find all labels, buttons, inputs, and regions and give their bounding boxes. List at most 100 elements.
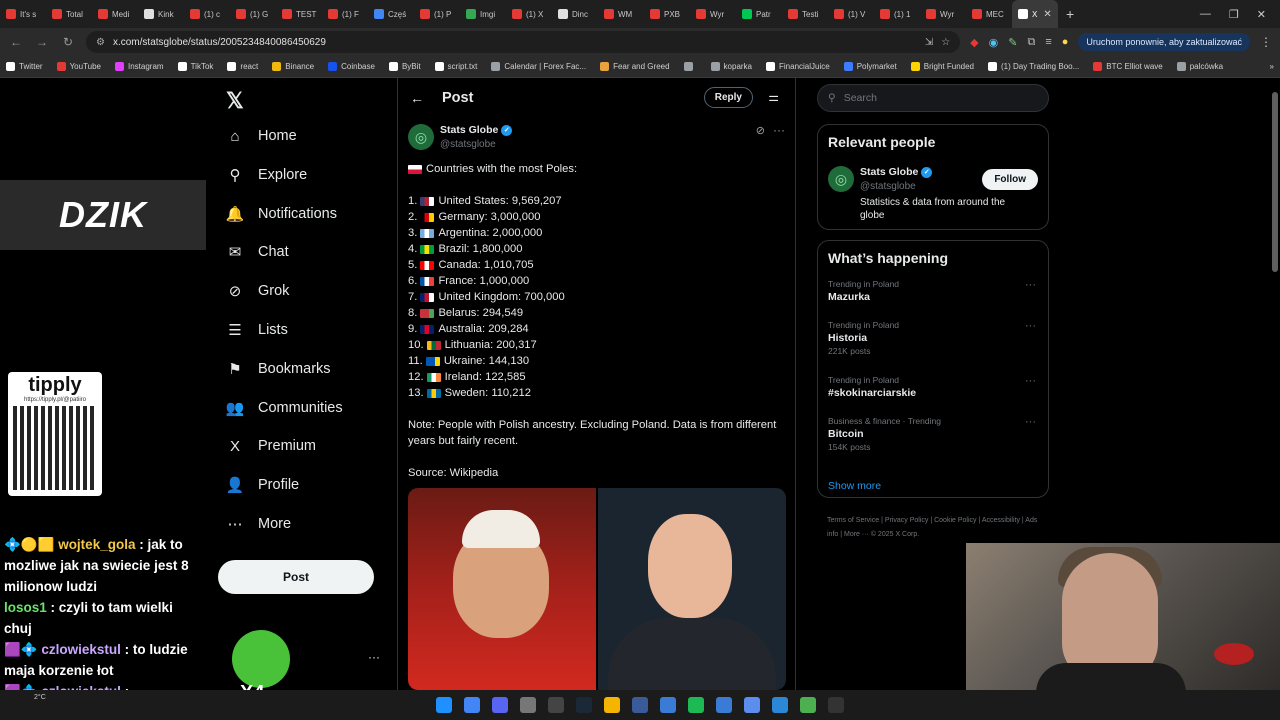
browser-tab[interactable]: Kink bbox=[138, 0, 184, 28]
puzzle-icon[interactable]: ⧉ bbox=[1027, 36, 1035, 49]
browser-tab[interactable]: Patr bbox=[736, 0, 782, 28]
browser-tab[interactable]: Wyr bbox=[690, 0, 736, 28]
app-icon[interactable] bbox=[716, 697, 732, 713]
nav-item-notifications[interactable]: 🔔 Notifications bbox=[226, 205, 337, 223]
browser-tab[interactable]: MEC bbox=[966, 0, 1012, 28]
browser-tab[interactable]: (1) F bbox=[322, 0, 368, 28]
follow-button[interactable]: Follow bbox=[982, 169, 1038, 190]
trend-more-icon[interactable]: ··· bbox=[1025, 279, 1036, 291]
steam-icon[interactable] bbox=[576, 697, 592, 713]
reload-icon[interactable]: ↻ bbox=[60, 35, 76, 49]
restore-icon[interactable]: ❐ bbox=[1229, 8, 1239, 21]
browser-tab[interactable]: (1) V bbox=[828, 0, 874, 28]
profile-avatar[interactable]: ● bbox=[1062, 36, 1069, 48]
browser-tab[interactable]: Dinc bbox=[552, 0, 598, 28]
browser-tab[interactable]: WM bbox=[598, 0, 644, 28]
close-tab-icon[interactable]: ✕ bbox=[1043, 9, 1051, 20]
install-icon[interactable]: ⇲ bbox=[925, 37, 933, 48]
chrome-icon[interactable] bbox=[464, 697, 480, 713]
browser-tab[interactable]: It's s bbox=[0, 0, 46, 28]
reply-button[interactable]: Reply bbox=[703, 87, 753, 108]
nav-item-premium[interactable]: X Premium bbox=[226, 437, 316, 455]
browser-tab[interactable]: PXB bbox=[644, 0, 690, 28]
show-more-link[interactable]: Show more bbox=[828, 480, 881, 492]
browser-tab[interactable]: (1) G bbox=[230, 0, 276, 28]
person-handle[interactable]: @statsglobe bbox=[860, 181, 916, 192]
bookmark-item[interactable]: koparka bbox=[710, 62, 752, 71]
nav-item-lists[interactable]: ☰ Lists bbox=[226, 321, 288, 339]
author-handle[interactable]: @statsglobe bbox=[440, 139, 496, 150]
bookmark-item[interactable]: BTC Elliot wave bbox=[1093, 62, 1163, 71]
post-image-right[interactable] bbox=[598, 488, 786, 690]
browser-tab[interactable]: (1) P bbox=[414, 0, 460, 28]
extension-icon[interactable]: ◉ bbox=[989, 36, 999, 49]
bookmark-item[interactable]: Polymarket bbox=[843, 62, 897, 71]
grok-icon[interactable]: ⊘ bbox=[756, 124, 765, 137]
browser-tab[interactable]: Total bbox=[46, 0, 92, 28]
post-button[interactable]: Post bbox=[218, 560, 374, 594]
footer-links[interactable]: Terms of Service | Privacy Policy | Cook… bbox=[827, 514, 1047, 542]
browser-tab[interactable]: Imgi bbox=[460, 0, 506, 28]
back-arrow-icon[interactable]: ← bbox=[410, 90, 424, 106]
bookmarks-overflow-icon[interactable]: » bbox=[1270, 62, 1274, 71]
post-image-left[interactable] bbox=[408, 488, 596, 690]
trend-item[interactable]: Business & finance · Trending Bitcoin 154K… bbox=[828, 416, 1040, 452]
update-button[interactable]: Uruchom ponownie, aby zaktualizować bbox=[1078, 33, 1250, 51]
scrollbar-thumb[interactable] bbox=[1272, 92, 1278, 272]
browser-tab[interactable]: (1) c bbox=[184, 0, 230, 28]
bookmark-item[interactable]: Calendar | Forex Fac... bbox=[491, 62, 586, 71]
nav-item-chat[interactable]: ✉ Chat bbox=[226, 243, 289, 261]
bookmark-item[interactable]: Twitter bbox=[6, 62, 43, 71]
trend-more-icon[interactable]: ··· bbox=[1025, 375, 1036, 387]
search-input[interactable]: ⚲ Search bbox=[817, 84, 1049, 112]
browser-tab[interactable]: Częś bbox=[368, 0, 414, 28]
tab-search-icon[interactable]: ≡ bbox=[1045, 36, 1051, 48]
bookmark-item[interactable]: Coinbase bbox=[328, 62, 375, 71]
browser-tab[interactable]: Wyr bbox=[920, 0, 966, 28]
bookmark-item[interactable]: Binance bbox=[272, 62, 314, 71]
author-name[interactable]: Stats Globe ✓ bbox=[440, 124, 513, 136]
app-icon[interactable] bbox=[520, 697, 536, 713]
trend-item[interactable]: Trending in Poland #skokinarciarskie ··· bbox=[828, 375, 1040, 399]
browser-tab[interactable]: (1) X bbox=[506, 0, 552, 28]
network-icon[interactable] bbox=[660, 697, 676, 713]
close-window-icon[interactable]: ✕ bbox=[1257, 8, 1266, 21]
minimize-icon[interactable]: — bbox=[1200, 8, 1211, 20]
trend-item[interactable]: Trending in Poland Historia 221K posts ··· bbox=[828, 320, 1040, 356]
browser-menu-icon[interactable]: ⋮ bbox=[1260, 35, 1272, 49]
notes-icon[interactable] bbox=[744, 697, 760, 713]
bookmark-star-icon[interactable]: ☆ bbox=[941, 37, 950, 48]
terminal-icon[interactable] bbox=[828, 697, 844, 713]
bookmark-item[interactable]: TikTok bbox=[177, 62, 213, 71]
browser-tab[interactable]: Testi bbox=[782, 0, 828, 28]
nav-item-explore[interactable]: ⚲ Explore bbox=[226, 166, 308, 184]
address-bar[interactable]: ⚙ x.com/statsglobe/status/20052348400864… bbox=[86, 31, 961, 53]
author-avatar[interactable]: ◎ bbox=[408, 124, 434, 150]
windows-start-icon[interactable] bbox=[436, 697, 452, 713]
nav-item-profile[interactable]: 👤 Profile bbox=[226, 476, 299, 494]
person-avatar[interactable]: ◎ bbox=[828, 166, 854, 192]
obs-icon[interactable] bbox=[548, 697, 564, 713]
discord-icon[interactable] bbox=[492, 697, 508, 713]
trend-more-icon[interactable]: ··· bbox=[1025, 320, 1036, 332]
extension-icon[interactable]: ◆ bbox=[970, 36, 978, 49]
nav-item-communities[interactable]: 👥 Communities bbox=[226, 399, 343, 417]
bookmark-item[interactable]: YouTube bbox=[56, 62, 101, 71]
bookmark-item[interactable]: palcówka bbox=[1176, 62, 1223, 71]
account-more-icon[interactable]: ··· bbox=[368, 650, 380, 664]
trend-more-icon[interactable]: ··· bbox=[1025, 416, 1036, 428]
folder-icon[interactable] bbox=[604, 697, 620, 713]
browser-tab[interactable]: Medi bbox=[92, 0, 138, 28]
bookmark-item[interactable] bbox=[683, 62, 697, 71]
nav-item-grok[interactable]: ⊘ Grok bbox=[226, 282, 290, 300]
trend-item[interactable]: Trending in Poland Mazurka ··· bbox=[828, 279, 1040, 303]
nav-item-bookmarks[interactable]: ⚑ Bookmarks bbox=[226, 360, 330, 378]
browser-tab[interactable]: (1) 1 bbox=[874, 0, 920, 28]
x-logo-icon[interactable]: 𝕏 bbox=[226, 88, 244, 114]
person-name[interactable]: Stats Globe ✓ bbox=[860, 166, 933, 178]
extension-icon[interactable]: ✎ bbox=[1008, 36, 1017, 49]
spotify-icon[interactable] bbox=[688, 697, 704, 713]
forward-arrow-icon[interactable]: → bbox=[34, 35, 50, 49]
back-arrow-icon[interactable]: ← bbox=[8, 35, 24, 49]
filter-icon[interactable]: ⚌ bbox=[768, 90, 779, 104]
